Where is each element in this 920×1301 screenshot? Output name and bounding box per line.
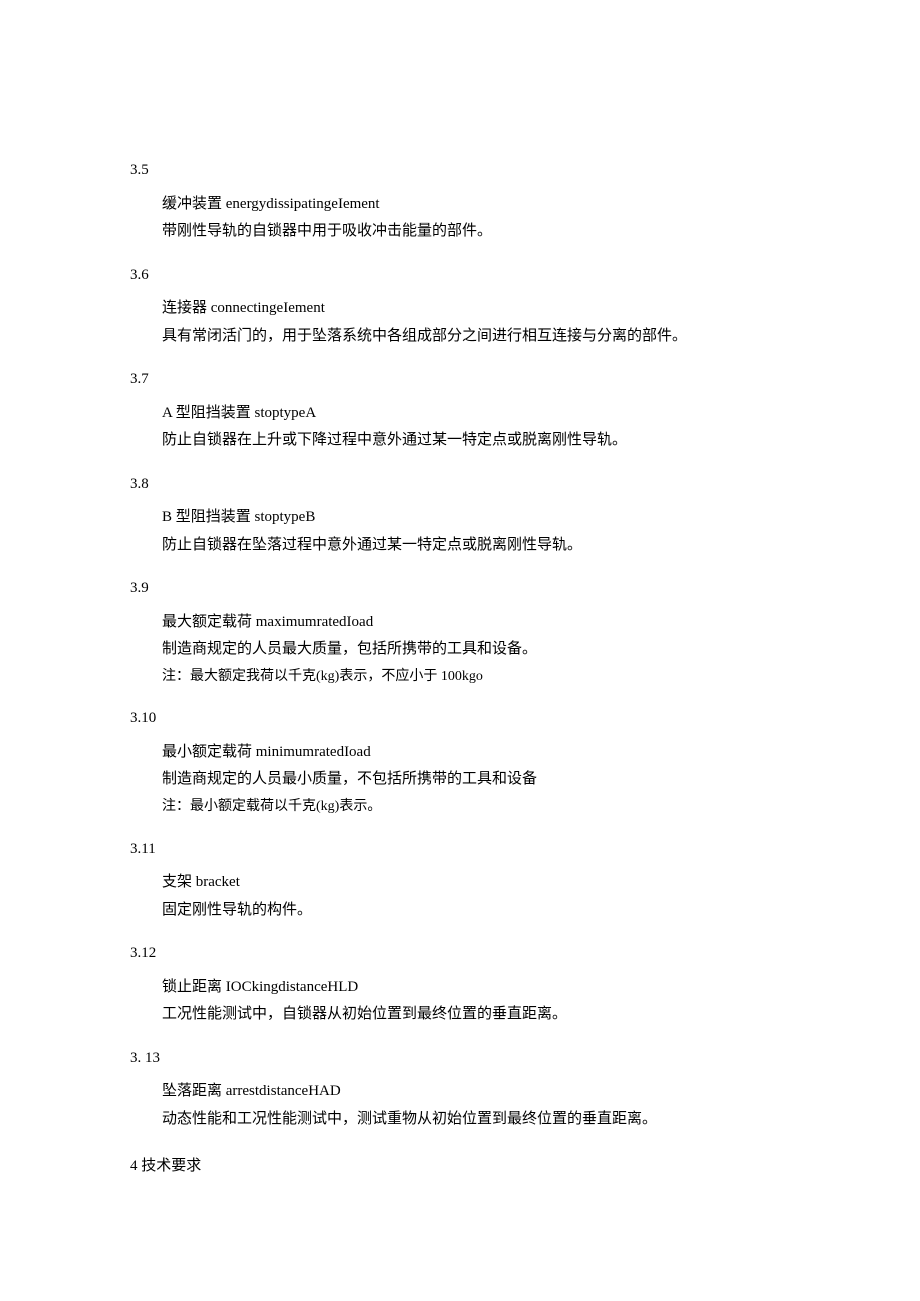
section-number: 3.10 [130, 706, 790, 732]
definition-line: 动态性能和工况性能测试中，测试重物从初始位置到最终位置的垂直距离。 [130, 1107, 790, 1133]
section-number: 3.8 [130, 472, 790, 498]
term-line: 锁止距离 IOCkingdistanceHLD [130, 975, 790, 1001]
term-line: 支架 bracket [130, 870, 790, 896]
section-number: 3.5 [130, 158, 790, 184]
term-line: A 型阻挡装置 stoptypeA [130, 401, 790, 427]
section-number: 3.9 [130, 576, 790, 602]
definition-line: 防止自锁器在坠落过程中意外通过某一特定点或脱离刚性导轨。 [130, 533, 790, 559]
definition-line: 带刚性导轨的自锁器中用于吸收冲击能量的部件。 [130, 219, 790, 245]
section-number: 3.12 [130, 941, 790, 967]
note-line: 注：最小额定载荷以千克(kg)表示。 [130, 795, 790, 819]
term-line: 坠落距离 arrestdistanceHAD [130, 1079, 790, 1105]
section-heading: 4 技术要求 [130, 1154, 790, 1180]
definition-line: 防止自锁器在上升或下降过程中意外通过某一特定点或脱离刚性导轨。 [130, 428, 790, 454]
definition-line: 固定刚性导轨的构件。 [130, 898, 790, 924]
term-line: 最大额定载荷 maximumratedIoad [130, 610, 790, 636]
section-number: 3. 13 [130, 1046, 790, 1072]
definition-line: 具有常闭活门的，用于坠落系统中各组成部分之间进行相互连接与分离的部件。 [130, 324, 790, 350]
term-line: 最小额定载荷 minimumratedIoad [130, 740, 790, 766]
definition-line: 制造商规定的人员最大质量，包括所携带的工具和设备。 [130, 637, 790, 663]
section-number: 3.11 [130, 837, 790, 863]
section-number: 3.6 [130, 263, 790, 289]
section-number: 3.7 [130, 367, 790, 393]
term-line: 连接器 connectingeIement [130, 296, 790, 322]
term-line: B 型阻挡装置 stoptypeB [130, 505, 790, 531]
definition-line: 工况性能测试中，自锁器从初始位置到最终位置的垂直距离。 [130, 1002, 790, 1028]
term-line: 缓冲装置 energydissipatingeIement [130, 192, 790, 218]
note-line: 注：最大额定我荷以千克(kg)表示，不应小于 100kgo [130, 665, 790, 689]
definition-line: 制造商规定的人员最小质量，不包括所携带的工具和设备 [130, 767, 790, 793]
